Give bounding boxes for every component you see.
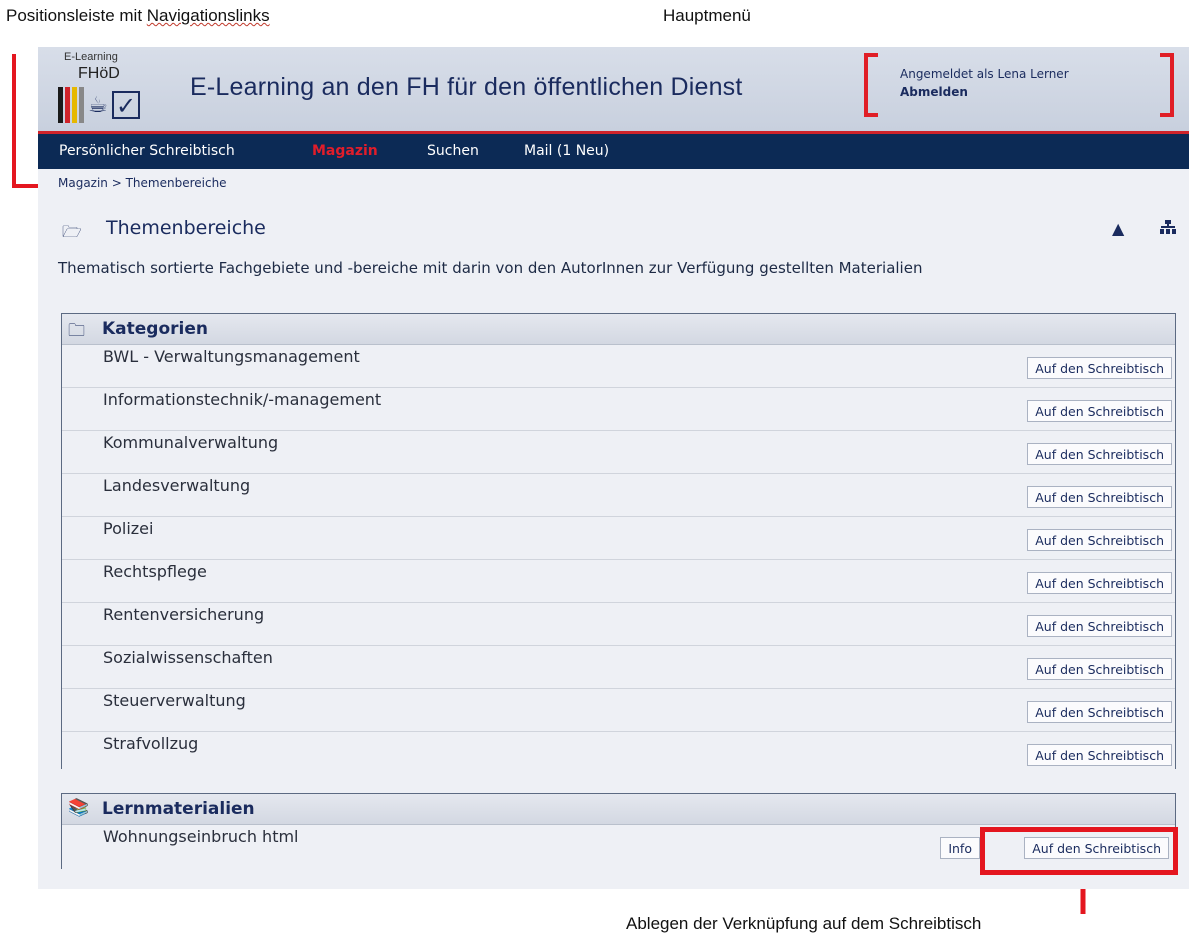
category-name[interactable]: Kommunalverwaltung: [103, 433, 278, 452]
category-name[interactable]: Sozialwissenschaften: [103, 648, 273, 667]
add-to-desk-button[interactable]: Auf den Schreibtisch: [1027, 357, 1172, 379]
category-name[interactable]: Polizei: [103, 519, 153, 538]
logged-in-as: Angemeldet als Lena Lerner: [900, 67, 1069, 81]
kategorien-panel: 🗀 Kategorien BWL - Verwaltungsmanagement…: [61, 313, 1176, 774]
kategorien-list: BWL - Verwaltungsmanagement Auf den Schre…: [62, 345, 1175, 774]
add-to-desk-button[interactable]: Auf den Schreibtisch: [1027, 400, 1172, 422]
category-row[interactable]: BWL - Verwaltungsmanagement Auf den Schre…: [62, 345, 1175, 388]
logo-check-icon: ✓: [112, 91, 140, 119]
logo[interactable]: E-Learning FHöD ☕ ✓: [56, 51, 146, 127]
collapse-up-icon[interactable]: ▲: [1112, 219, 1124, 238]
info-button[interactable]: Info: [940, 837, 980, 859]
highlight-bracket-left: [864, 53, 878, 117]
user-box: Angemeldet als Lena Lerner Abmelden: [864, 53, 1174, 121]
breadcrumb[interactable]: Magazin > Themenbereiche: [58, 176, 227, 190]
site-title: E-Learning an den FH für den öffentliche…: [190, 73, 743, 101]
category-row[interactable]: Sozialwissenschaften Auf den Schreibtisch: [62, 646, 1175, 689]
category-row[interactable]: Kommunalverwaltung Auf den Schreibtisch: [62, 431, 1175, 474]
add-to-desk-button[interactable]: Auf den Schreibtisch: [1027, 443, 1172, 465]
logo-fh-text: FHöD: [78, 65, 120, 82]
section-header: 🗁 Themenbereiche ▲: [62, 217, 1182, 243]
material-name[interactable]: Wohnungseinbruch html: [103, 827, 299, 846]
add-to-desk-button[interactable]: Auf den Schreibtisch: [1027, 701, 1172, 723]
category-name[interactable]: Strafvollzug: [103, 734, 198, 753]
category-row[interactable]: Steuerverwaltung Auf den Schreibtisch: [62, 689, 1175, 732]
header: E-Learning FHöD ☕ ✓ E-Learning an den FH…: [38, 47, 1189, 134]
logo-small-text: E-Learning: [64, 51, 118, 63]
highlight-box-add-to-desk: [980, 827, 1178, 875]
add-to-desk-button[interactable]: Auf den Schreibtisch: [1027, 486, 1172, 508]
annotation-navigationslinks: Navigationslinks: [146, 6, 270, 25]
menu-item-magazin[interactable]: Magazin: [312, 143, 378, 159]
book-icon: 📚: [68, 798, 90, 818]
add-to-desk-button[interactable]: Auf den Schreibtisch: [1027, 615, 1172, 637]
annotation-positionsleiste: Positionsleiste mit Navigationslinks: [6, 6, 270, 26]
menu-item-schreibtisch[interactable]: Persönlicher Schreibtisch: [59, 143, 235, 159]
page-title: Themenbereiche: [106, 217, 266, 239]
add-to-desk-button[interactable]: Auf den Schreibtisch: [1027, 529, 1172, 551]
lernmaterialien-title: Lernmaterialien: [102, 799, 255, 819]
annotation-positionsleiste-prefix: Positionsleiste mit: [6, 6, 147, 25]
section-description: Thematisch sortierte Fachgebiete und -be…: [58, 259, 923, 277]
category-row[interactable]: Rentenversicherung Auf den Schreibtisch: [62, 603, 1175, 646]
add-to-desk-button[interactable]: Auf den Schreibtisch: [1027, 744, 1172, 766]
add-to-desk-button[interactable]: Auf den Schreibtisch: [1027, 572, 1172, 594]
logout-link[interactable]: Abmelden: [900, 85, 968, 99]
category-name[interactable]: Steuerverwaltung: [103, 691, 246, 710]
annotation-ablegen: Ablegen der Verknüpfung auf dem Schreibt…: [626, 914, 982, 933]
highlight-bracket-right: [1160, 53, 1174, 117]
category-row[interactable]: Informationstechnik/-management Auf den S…: [62, 388, 1175, 431]
logo-cup-icon: ☕: [88, 93, 108, 118]
category-name[interactable]: Rentenversicherung: [103, 605, 264, 624]
category-name[interactable]: Rechtspflege: [103, 562, 207, 581]
menu-item-suchen[interactable]: Suchen: [427, 143, 479, 159]
app-window: E-Learning FHöD ☕ ✓ E-Learning an den FH…: [38, 47, 1189, 889]
category-row[interactable]: Landesverwaltung Auf den Schreibtisch: [62, 474, 1175, 517]
annotation-hauptmenu: Hauptmenü: [663, 6, 751, 25]
category-row[interactable]: Polizei Auf den Schreibtisch: [62, 517, 1175, 560]
category-name[interactable]: BWL - Verwaltungsmanagement: [103, 347, 360, 366]
folder-icon: 🗀: [68, 321, 85, 341]
category-row[interactable]: Strafvollzug Auf den Schreibtisch: [62, 732, 1175, 774]
kategorien-title: Kategorien: [102, 319, 208, 339]
category-name[interactable]: Informationstechnik/-management: [103, 390, 381, 409]
category-row[interactable]: Rechtspflege Auf den Schreibtisch: [62, 560, 1175, 603]
kategorien-header: 🗀 Kategorien: [62, 314, 1175, 345]
lernmaterialien-header: 📚 Lernmaterialien: [62, 794, 1175, 825]
tree-view-icon[interactable]: [1160, 219, 1176, 238]
menu-item-mail[interactable]: Mail (1 Neu): [524, 143, 609, 159]
main-menu: Persönlicher Schreibtisch Magazin Suchen…: [38, 134, 1189, 169]
folder-open-icon: 🗁: [62, 222, 82, 241]
add-to-desk-button[interactable]: Auf den Schreibtisch: [1027, 658, 1172, 680]
logo-color-bars: [58, 87, 84, 123]
category-name[interactable]: Landesverwaltung: [103, 476, 250, 495]
